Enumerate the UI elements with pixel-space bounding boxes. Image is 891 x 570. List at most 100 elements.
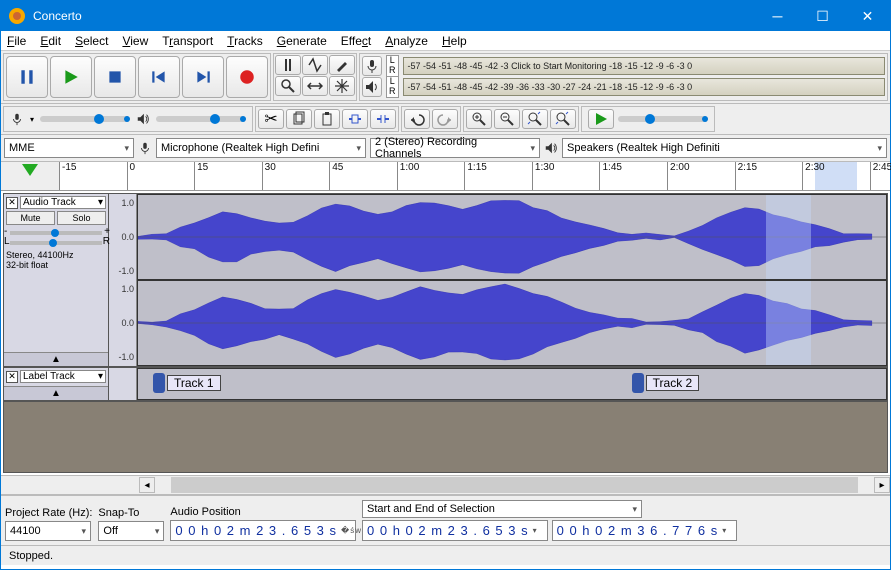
timeline-gutter: [1, 162, 59, 190]
envelope-tool[interactable]: [302, 55, 328, 75]
speaker-meter-icon[interactable]: [362, 77, 382, 97]
skip-start-button[interactable]: [138, 56, 180, 98]
label-track-body[interactable]: Track 1 Track 2: [137, 368, 887, 400]
mic-meter-icon[interactable]: [362, 56, 382, 76]
menu-analyze[interactable]: Analyze: [385, 34, 428, 48]
track-close-button[interactable]: ✕: [6, 197, 18, 209]
close-button[interactable]: ✕: [845, 1, 890, 31]
silence-button[interactable]: [370, 109, 396, 129]
rec-channels: LR: [386, 55, 399, 77]
play-at-speed-button[interactable]: [588, 109, 614, 129]
timeline-row: -1501530451:001:151:301:452:002:152:302:…: [1, 162, 890, 191]
selection-toolbar: Project Rate (Hz): 44100▾ Snap-To Off▾ A…: [1, 495, 890, 545]
audio-position-label: Audio Position: [170, 506, 356, 518]
menu-select[interactable]: Select: [75, 34, 108, 48]
meter-group: LR -57 -54 -51 -48 -45 -42 -3 Click to S…: [359, 53, 888, 101]
fit-project-button[interactable]: [550, 109, 576, 129]
project-rate-combo[interactable]: 44100▾: [5, 521, 91, 541]
zoom-out-button[interactable]: [494, 109, 520, 129]
menu-help[interactable]: Help: [442, 34, 467, 48]
maximize-button[interactable]: ☐: [800, 1, 845, 31]
draw-tool[interactable]: [329, 55, 355, 75]
scroll-right-button[interactable]: ▸: [874, 477, 890, 493]
fit-selection-button[interactable]: [522, 109, 548, 129]
playback-volume-slider[interactable]: [156, 116, 246, 122]
host-combo[interactable]: MME▾: [4, 138, 134, 158]
record-volume-slider[interactable]: [40, 116, 130, 122]
timeline-ruler[interactable]: -1501530451:001:151:301:452:002:152:302:…: [59, 162, 890, 190]
timeshift-tool[interactable]: [302, 76, 328, 96]
stop-button[interactable]: [94, 56, 136, 98]
record-button[interactable]: [226, 56, 268, 98]
wave-scale-right: 1.00.0-1.0: [109, 280, 137, 366]
playhead-marker-icon[interactable]: [22, 164, 38, 176]
mute-button[interactable]: Mute: [6, 211, 55, 225]
solo-button[interactable]: Solo: [57, 211, 106, 225]
pause-button[interactable]: [6, 56, 48, 98]
gain-slider[interactable]: [10, 231, 102, 235]
label-track-menu[interactable]: Label Track▾: [20, 370, 106, 383]
audio-track-panel: ✕ Audio Track▾ Mute Solo Stereo, 44100Hz…: [4, 194, 109, 366]
track-collapse-button[interactable]: ▲: [4, 352, 108, 366]
skip-end-button[interactable]: [182, 56, 224, 98]
transport-group: [3, 53, 271, 101]
undo-button[interactable]: [404, 109, 430, 129]
hscroll: ◂ ▸: [1, 475, 890, 495]
mic-icon: [10, 112, 24, 126]
menu-transport[interactable]: Transport: [162, 34, 213, 48]
input-device-combo[interactable]: Microphone (Realtek High Defini▾: [156, 138, 366, 158]
channels-combo[interactable]: 2 (Stereo) Recording Channels▾: [370, 138, 540, 158]
toolbar-row-2: ▾ ✂: [1, 104, 890, 135]
menu-view[interactable]: View: [122, 34, 148, 48]
volume-sliders: ▾: [3, 106, 253, 132]
menu-generate[interactable]: Generate: [277, 34, 327, 48]
selection-end-field[interactable]: 0 0 h 0 2 m 3 6 . 7 7 6 s▾: [552, 520, 738, 541]
track-menu[interactable]: Audio Track▾: [20, 196, 106, 209]
zoom-tool[interactable]: [275, 76, 301, 96]
wave-scale-left: 1.00.0-1.0: [109, 194, 137, 280]
output-device-combo[interactable]: Speakers (Realtek High Definiti▾: [562, 138, 887, 158]
snap-label: Snap-To: [98, 507, 164, 519]
cut-button[interactable]: ✂: [258, 109, 284, 129]
audio-track: ✕ Audio Track▾ Mute Solo Stereo, 44100Hz…: [4, 194, 887, 368]
paste-button[interactable]: [314, 109, 340, 129]
menu-edit[interactable]: Edit: [40, 34, 61, 48]
minimize-button[interactable]: ─: [755, 1, 800, 31]
trim-button[interactable]: [342, 109, 368, 129]
scroll-left-button[interactable]: ◂: [139, 477, 155, 493]
toolbar-row-1: LR -57 -54 -51 -48 -45 -42 -3 Click to S…: [1, 51, 890, 104]
play-channels: LR: [386, 76, 399, 98]
play-speed-group: [581, 106, 715, 132]
menu-effect[interactable]: Effect: [341, 34, 371, 48]
selection-tool[interactable]: [275, 55, 301, 75]
audio-position-field[interactable]: 0 0 h 0 2 m 2 3 . 6 5 3 s�św: [170, 520, 356, 541]
label-track: ✕ Label Track▾ ▲ Track 1 Track 2: [4, 368, 887, 402]
titlebar: Concerto ─ ☐ ✕: [1, 1, 890, 31]
snap-combo[interactable]: Off▾: [98, 521, 164, 541]
pan-slider[interactable]: [10, 241, 102, 245]
label-track-close-button[interactable]: ✕: [6, 371, 18, 383]
h-scrollbar[interactable]: [171, 477, 858, 493]
record-meter[interactable]: -57 -54 -51 -48 -45 -42 -3 Click to Star…: [403, 57, 886, 75]
waveform-left[interactable]: [137, 194, 887, 280]
speaker-device-icon: [544, 141, 558, 155]
selection-start-field[interactable]: 0 0 h 0 2 m 2 3 . 6 5 3 s▾: [362, 520, 548, 541]
menu-file[interactable]: File: [7, 34, 26, 48]
copy-button[interactable]: [286, 109, 312, 129]
tools-group: [273, 53, 357, 101]
mic-device-icon: [138, 141, 152, 155]
zoom-in-button[interactable]: [466, 109, 492, 129]
multi-tool[interactable]: [329, 76, 355, 96]
menu-tracks[interactable]: Tracks: [227, 34, 263, 48]
label-marker[interactable]: Track 2: [632, 373, 700, 393]
selection-mode-combo[interactable]: Start and End of Selection▾: [362, 500, 642, 518]
playback-meter[interactable]: -57 -54 -51 -48 -45 -42 -39 -36 -33 -30 …: [403, 78, 886, 96]
playback-speed-slider[interactable]: [618, 116, 708, 122]
redo-button[interactable]: [432, 109, 458, 129]
waveform-right[interactable]: [137, 280, 887, 366]
zoom-group: [463, 106, 579, 132]
label-marker[interactable]: Track 1: [153, 373, 221, 393]
label-track-panel: ✕ Label Track▾ ▲: [4, 368, 109, 400]
label-track-collapse-button[interactable]: ▲: [4, 386, 108, 400]
play-button[interactable]: [50, 56, 92, 98]
